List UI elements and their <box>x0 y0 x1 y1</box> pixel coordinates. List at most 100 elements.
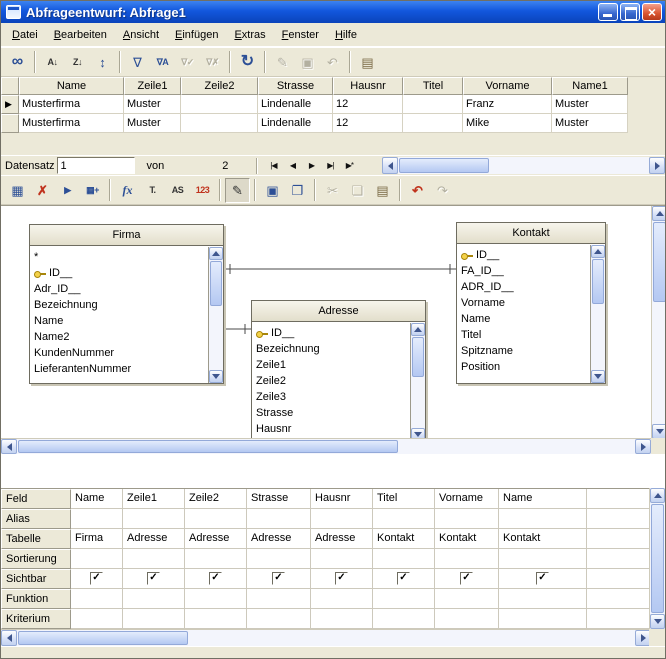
column-header-name[interactable]: Name <box>19 77 124 95</box>
row-selector[interactable] <box>1 95 19 114</box>
minimize-button[interactable] <box>598 3 618 21</box>
functions-button[interactable]: fx <box>115 178 140 203</box>
criteria-cell-tabelle[interactable]: Adresse <box>185 529 247 549</box>
criteria-row-header-feld[interactable]: Feld <box>1 489 71 509</box>
next-record-button[interactable]: ▶ <box>302 158 320 174</box>
column-header-strasse[interactable]: Strasse <box>258 77 333 95</box>
grid-cell[interactable]: Lindenalle <box>258 95 333 114</box>
criteria-cell-tabelle[interactable]: Adresse <box>123 529 185 549</box>
criteria-cell-funktion[interactable] <box>185 589 247 609</box>
edit-button[interactable]: ✎ <box>225 178 250 203</box>
table-vscrollbar[interactable] <box>208 247 223 383</box>
criteria-cell-funktion[interactable] <box>373 589 435 609</box>
query-design-canvas[interactable]: Firma * ID__ Adr_ID__ Bezeichnung Name N… <box>1 205 666 454</box>
field-item[interactable]: Name <box>30 313 208 329</box>
criteria-cell-sortierung[interactable] <box>71 549 123 569</box>
grid-cell[interactable]: 12 <box>333 95 403 114</box>
paste-button[interactable]: ▤ <box>355 50 380 75</box>
run-query-button[interactable]: ▶ <box>55 178 80 203</box>
menu-extras[interactable]: Extras <box>226 25 273 45</box>
criteria-cell-feld[interactable]: Zeile1 <box>123 489 185 509</box>
criteria-cell-funktion[interactable] <box>123 589 185 609</box>
scrollbar-thumb[interactable] <box>210 261 222 306</box>
criteria-cell[interactable] <box>587 529 651 549</box>
field-item[interactable]: Adr_ID__ <box>30 281 208 297</box>
scrollbar-thumb[interactable] <box>18 440 398 453</box>
menu-fenster[interactable]: Fenster <box>274 25 327 45</box>
design-view-button[interactable]: ▦ <box>5 178 30 203</box>
scrollbar-track[interactable] <box>209 260 223 370</box>
scrollbar-track[interactable] <box>411 336 425 428</box>
scrollbar-track[interactable] <box>17 439 635 454</box>
field-item[interactable]: Zeile3 <box>252 389 410 405</box>
criteria-cell-kriterium[interactable] <box>123 609 185 629</box>
distinct-values-button[interactable]: 123 <box>190 178 215 203</box>
table-window-adresse[interactable]: Adresse ID__ Bezeichnung Zeile1 Zeile2 Z… <box>251 300 426 442</box>
criteria-cell-funktion[interactable] <box>71 589 123 609</box>
column-header-hausnr[interactable]: Hausnr <box>333 77 403 95</box>
criteria-cell-sortierung[interactable] <box>435 549 499 569</box>
title-bar[interactable]: Abfrageentwurf: Abfrage1 <box>1 1 665 23</box>
scroll-left-icon[interactable] <box>382 157 398 174</box>
criteria-cell-kriterium[interactable] <box>185 609 247 629</box>
maximize-button[interactable] <box>620 3 640 21</box>
grid-cell[interactable] <box>181 95 258 114</box>
field-item[interactable]: Name2 <box>30 329 208 345</box>
criteria-cell-feld[interactable]: Name <box>71 489 123 509</box>
menu-ansicht[interactable]: Ansicht <box>115 25 167 45</box>
criteria-cell-kriterium[interactable] <box>71 609 123 629</box>
first-record-button[interactable]: |◀ <box>264 158 282 174</box>
remove-filter-button[interactable]: ∇✗ <box>200 50 225 75</box>
criteria-cell-funktion[interactable] <box>247 589 311 609</box>
field-item[interactable]: Zeile2 <box>252 373 410 389</box>
scroll-right-icon[interactable] <box>649 157 665 174</box>
field-item[interactable]: KundenNummer <box>30 345 208 361</box>
scroll-down-icon[interactable] <box>209 370 223 383</box>
scrollbar-track[interactable] <box>591 258 605 370</box>
criteria-row-header-kriterium[interactable]: Kriterium <box>1 609 71 629</box>
scroll-up-icon[interactable] <box>650 488 665 503</box>
criteria-cell[interactable] <box>587 509 651 529</box>
grid-cell[interactable] <box>181 114 258 133</box>
criteria-cell-feld[interactable]: Hausnr <box>311 489 373 509</box>
menu-einfuegen[interactable]: Einfügen <box>167 25 226 45</box>
menu-datei[interactable]: Datei <box>4 25 46 45</box>
sort-button[interactable]: ↕ <box>90 50 115 75</box>
criteria-cell-tabelle[interactable]: Kontakt <box>435 529 499 549</box>
table-title[interactable]: Firma <box>30 225 223 246</box>
field-item[interactable]: Name <box>457 311 590 327</box>
field-item[interactable]: Bezeichnung <box>252 341 410 357</box>
criteria-cell-sortierung[interactable] <box>311 549 373 569</box>
criteria-row-header-tabelle[interactable]: Tabelle <box>1 529 71 549</box>
criteria-cell-alias[interactable] <box>373 509 435 529</box>
criteria-cell-alias[interactable] <box>123 509 185 529</box>
standard-filter-button[interactable]: ∇A <box>150 50 175 75</box>
criteria-cell-feld[interactable]: Titel <box>373 489 435 509</box>
criteria-cell-tabelle[interactable]: Kontakt <box>373 529 435 549</box>
sichtbar-checkbox[interactable]: ✓ <box>460 572 473 585</box>
grid-cell[interactable]: Musterfirma <box>19 95 124 114</box>
grid-cell[interactable] <box>403 95 463 114</box>
scroll-down-icon[interactable] <box>650 614 665 629</box>
criteria-cell[interactable] <box>587 569 651 589</box>
table-window-firma[interactable]: Firma * ID__ Adr_ID__ Bezeichnung Name N… <box>29 224 224 384</box>
criteria-cell-alias[interactable] <box>435 509 499 529</box>
sichtbar-checkbox[interactable]: ✓ <box>90 572 103 585</box>
table-name-button[interactable]: T. <box>140 178 165 203</box>
criteria-cell-alias[interactable] <box>311 509 373 529</box>
grid-cell[interactable]: Franz <box>463 95 552 114</box>
canvas-hscrollbar[interactable] <box>1 438 651 454</box>
scroll-up-icon[interactable] <box>652 206 666 221</box>
criteria-cell-tabelle[interactable]: Adresse <box>247 529 311 549</box>
criteria-cell-sortierung[interactable] <box>247 549 311 569</box>
autofilter-button[interactable]: ∇ <box>125 50 150 75</box>
criteria-cell-feld[interactable]: Name <box>499 489 587 509</box>
scroll-left-icon[interactable] <box>1 439 17 454</box>
add-table-button[interactable]: ▦+ <box>80 178 105 203</box>
criteria-cell[interactable] <box>587 589 651 609</box>
column-header-zeile2[interactable]: Zeile2 <box>181 77 258 95</box>
close-button[interactable] <box>642 3 662 21</box>
undo-button[interactable]: ↶ <box>405 178 430 203</box>
sichtbar-checkbox[interactable]: ✓ <box>335 572 348 585</box>
criteria-cell-feld[interactable]: Zeile2 <box>185 489 247 509</box>
